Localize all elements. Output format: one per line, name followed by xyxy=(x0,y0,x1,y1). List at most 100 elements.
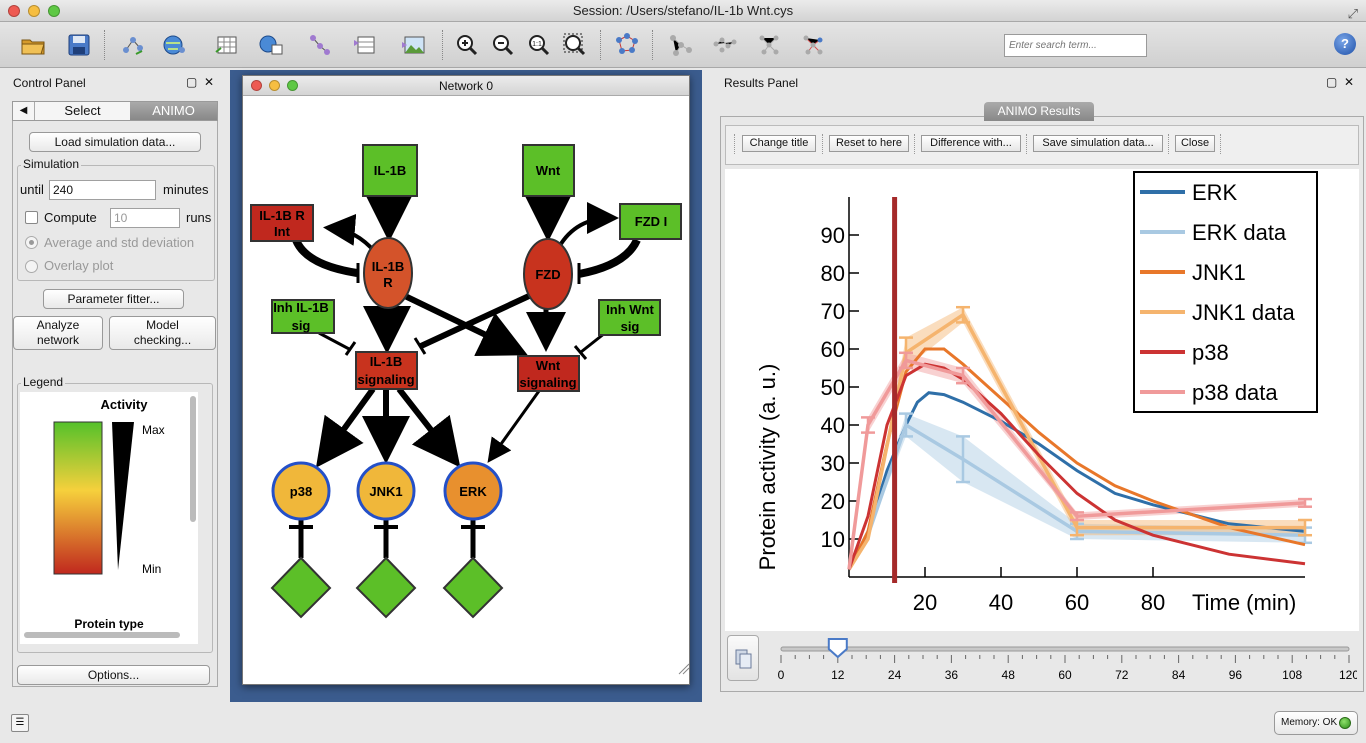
node-erk-target[interactable] xyxy=(442,556,504,619)
load-simulation-data-button[interactable]: Load simulation data... xyxy=(29,132,201,152)
node-p38-target[interactable] xyxy=(270,556,332,619)
node-il1br-int-label2: Int xyxy=(274,224,291,239)
import-attributes-icon[interactable] xyxy=(350,30,380,60)
overlay-label: Overlay plot xyxy=(44,258,114,273)
zoom-window-button[interactable] xyxy=(48,5,60,17)
show-nodes-icon[interactable] xyxy=(710,30,740,60)
edge-fzd-il1bsig[interactable] xyxy=(419,293,531,349)
import-table-icon[interactable] xyxy=(212,30,242,60)
legend-label: p38 data xyxy=(1192,380,1278,405)
help-button[interactable]: ? xyxy=(1334,33,1356,55)
svg-text:1:1: 1:1 xyxy=(532,41,542,48)
animo-results-box: Change title Reset to here Difference wi… xyxy=(720,116,1364,692)
slider-tick-label: 48 xyxy=(1002,668,1016,682)
y-tick-label: 10 xyxy=(821,527,845,552)
y-tick-label: 70 xyxy=(821,299,845,324)
overlay-radio[interactable] xyxy=(25,260,38,273)
legend-vscroll-thumb[interactable] xyxy=(190,396,196,522)
node-inh-il1b-label2: sig xyxy=(292,318,311,333)
legend-hscroll-thumb[interactable] xyxy=(24,632,180,638)
node-il1b-label: IL-1B xyxy=(374,163,407,178)
runs-input[interactable]: 10 xyxy=(110,208,180,228)
task-list-icon[interactable]: ☰ xyxy=(11,714,29,732)
results-float-icon[interactable]: ▢ xyxy=(1326,75,1337,89)
tab-animo-results[interactable]: ANIMO Results xyxy=(984,102,1094,121)
float-panel-icon[interactable]: ▢ xyxy=(186,75,197,89)
simulation-group-title: Simulation xyxy=(21,157,82,171)
first-neighbors-icon[interactable] xyxy=(754,30,784,60)
model-checking-line1: Model xyxy=(146,318,179,332)
network-graph[interactable]: IL-1B Wnt IL-1B R Int FZD I IL-1B R FZD xyxy=(243,97,690,685)
edge-fzdi-fzd[interactable] xyxy=(578,238,641,278)
open-folder-icon[interactable] xyxy=(18,30,48,60)
hide-nodes-icon[interactable] xyxy=(666,30,696,60)
change-title-button[interactable]: Change title xyxy=(742,135,816,152)
select-edges-icon[interactable] xyxy=(798,30,828,60)
zoom-fit-icon[interactable]: 1:1 xyxy=(524,30,554,60)
reset-to-here-button[interactable]: Reset to here xyxy=(829,135,909,152)
import-network-icon[interactable] xyxy=(118,30,148,60)
y-tick-label: 40 xyxy=(821,413,845,438)
results-chart[interactable]: 10 20 30 40 50 60 70 80 90 20 40 60 80 Time (min) Prot… xyxy=(725,169,1359,631)
edge-il1br-wntsig[interactable] xyxy=(403,293,528,356)
results-close-icon[interactable]: ✕ xyxy=(1344,75,1354,89)
save-simulation-data-button[interactable]: Save simulation data... xyxy=(1033,135,1163,152)
minimize-window-button[interactable] xyxy=(28,5,40,17)
edge-int-il1br[interactable] xyxy=(292,238,358,277)
edge-il1br-int[interactable] xyxy=(323,213,377,254)
tab-scroll-left-icon[interactable]: ◀ xyxy=(13,102,35,120)
import-network-url-icon[interactable] xyxy=(160,30,190,60)
network-layout-icon[interactable] xyxy=(612,30,642,60)
slider-track[interactable] xyxy=(780,646,1350,652)
node-jnk1-target[interactable] xyxy=(355,556,417,619)
slider-doc-button[interactable] xyxy=(727,635,759,681)
import-network-web-icon[interactable] xyxy=(256,30,286,60)
average-radio[interactable] xyxy=(25,236,38,249)
zoom-selected-icon[interactable] xyxy=(560,30,590,60)
edge-il1bsig-erk[interactable] xyxy=(396,387,461,468)
zoom-in-icon[interactable] xyxy=(452,30,482,60)
time-slider[interactable]: 0 12 24 36 48 60 72 84 96 108 120 xyxy=(767,633,1357,689)
until-input[interactable]: 240 xyxy=(49,180,156,200)
tab-select[interactable]: Select xyxy=(35,102,130,120)
network-minimize-button[interactable] xyxy=(269,80,280,91)
close-window-button[interactable] xyxy=(8,5,20,17)
node-wnt-signaling-label1: Wnt xyxy=(536,358,561,373)
y-axis-label: Protein activity (a. u.) xyxy=(755,364,780,571)
node-jnk1-label: JNK1 xyxy=(369,484,402,499)
model-checking-button[interactable]: Model checking... xyxy=(109,316,216,350)
slider-tick-label: 84 xyxy=(1172,668,1186,682)
legend-label: JNK1 xyxy=(1192,260,1246,285)
y-tick-label: 60 xyxy=(821,337,845,362)
zoom-out-icon[interactable] xyxy=(488,30,518,60)
edge-inhil1b-il1bsig[interactable] xyxy=(318,331,352,352)
import-image-icon[interactable] xyxy=(398,30,428,60)
close-results-button[interactable]: Close xyxy=(1175,135,1215,152)
parameter-fitter-button[interactable]: Parameter fitter... xyxy=(43,289,184,309)
y-tick-label: 50 xyxy=(821,375,845,400)
network-zoom-button[interactable] xyxy=(287,80,298,91)
search-input[interactable] xyxy=(1004,34,1147,57)
edge-wntsig-erk[interactable] xyxy=(487,390,541,463)
average-label: Average and std deviation xyxy=(44,235,195,250)
save-icon[interactable] xyxy=(64,30,94,60)
control-panel-tabs: ◀ Select ANIMO xyxy=(12,101,218,121)
edge-il1bsig-p38[interactable] xyxy=(315,387,376,468)
network-nodes: IL-1B Wnt IL-1B R Int FZD I IL-1B R FZD xyxy=(250,144,682,619)
difference-with-button[interactable]: Difference with... xyxy=(921,135,1021,152)
import-ontology-icon[interactable] xyxy=(305,30,335,60)
until-label: until xyxy=(20,182,44,197)
tab-animo[interactable]: ANIMO xyxy=(130,102,217,120)
network-canvas[interactable]: IL-1B Wnt IL-1B R Int FZD I IL-1B R FZD xyxy=(243,97,690,685)
results-chart-svg[interactable]: 10 20 30 40 50 60 70 80 90 20 40 60 80 Time (min) Prot… xyxy=(725,169,1359,631)
memory-status[interactable]: Memory: OK xyxy=(1274,711,1358,735)
options-button[interactable]: Options... xyxy=(17,665,210,685)
compute-checkbox[interactable] xyxy=(25,211,38,224)
animo-tab-content: Load simulation data... Simulation until… xyxy=(12,121,218,687)
close-panel-icon[interactable]: ✕ xyxy=(204,75,214,89)
network-close-button[interactable] xyxy=(251,80,262,91)
resize-grip-icon[interactable] xyxy=(678,663,690,675)
edge-fzd-fzdi[interactable] xyxy=(557,202,619,249)
analyze-network-button[interactable]: Analyze network xyxy=(13,316,103,350)
slider-thumb[interactable] xyxy=(827,638,848,659)
